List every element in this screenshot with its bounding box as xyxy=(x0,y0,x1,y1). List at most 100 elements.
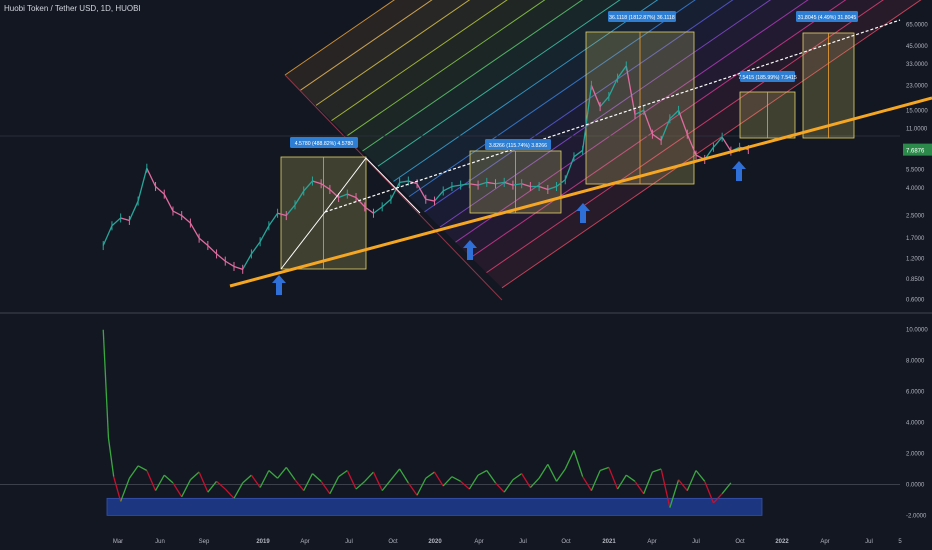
oscillator-segment xyxy=(312,473,322,482)
projection-label: 31.8045 (4.49%) 31.8045 xyxy=(798,15,857,21)
time-tick-label: Jul xyxy=(865,539,873,545)
price-tick-label: 11.0000 xyxy=(906,127,928,133)
oscillator-segment xyxy=(695,470,706,482)
price-segment xyxy=(189,222,200,239)
oscillator-tick-label: -2.0000 xyxy=(906,513,927,519)
oscillator-segment xyxy=(451,476,461,482)
oscillator-segment xyxy=(678,479,688,492)
price-segment xyxy=(242,253,252,270)
price-tick-label: 4.0000 xyxy=(906,186,925,192)
oscillator-segment xyxy=(320,480,331,495)
oscillator-segment xyxy=(346,470,357,490)
oscillator-segment xyxy=(599,466,610,472)
price-segment xyxy=(721,136,732,152)
projection-label: 36.1118 (1812.87%) 36.1118 xyxy=(609,15,675,21)
projection-label: 3.8266 (115.74%) 3.8266 xyxy=(489,143,547,149)
oscillator-segment xyxy=(617,474,627,490)
time-tick-label: 2019 xyxy=(256,539,270,545)
oscillator-tick-label: 8.0000 xyxy=(906,359,925,365)
oscillator-segment xyxy=(521,473,531,488)
time-tick-label: Oct xyxy=(561,539,571,545)
price-segment xyxy=(224,260,235,268)
time-tick-label: 2020 xyxy=(428,539,442,545)
time-tick-label: 5 xyxy=(898,539,902,545)
oscillator-segment xyxy=(399,468,409,484)
oscillator-segment xyxy=(582,476,592,491)
oscillator-segment xyxy=(425,471,435,479)
oscillator-segment xyxy=(564,450,575,470)
price-segment xyxy=(163,193,174,212)
projection-label: 4.5780 (488.82%) 4.5780 xyxy=(295,141,354,147)
oscillator-segment xyxy=(207,480,218,493)
price-tick-label: 15.0000 xyxy=(906,108,928,114)
oscillator-segment xyxy=(634,480,645,495)
time-tick-label: Jul xyxy=(692,539,700,545)
price-tick-label: 45.0000 xyxy=(906,44,928,50)
oscillator-segment xyxy=(250,474,261,488)
time-tick-label: Apr xyxy=(820,539,829,545)
price-segment xyxy=(259,225,270,243)
price-segment xyxy=(250,241,261,255)
oscillator-segment xyxy=(433,471,444,487)
oscillator-segment xyxy=(416,477,427,496)
price-segment xyxy=(155,186,165,195)
price-tick-label: 65.0000 xyxy=(906,22,928,28)
oscillator-segment xyxy=(460,480,470,490)
oscillator-segment xyxy=(372,471,383,491)
oscillator-tick-label: 10.0000 xyxy=(906,328,928,334)
oscillator-segment xyxy=(608,467,619,490)
oscillator-segment xyxy=(107,437,115,477)
oscillator-segment xyxy=(277,466,287,479)
price-segment xyxy=(381,198,392,208)
up-arrow-icon xyxy=(272,275,286,295)
oscillator-segment xyxy=(329,476,340,494)
price-segment xyxy=(111,217,122,227)
oscillator-panel: 10.0000 8.0000 6.0000 4.0000 2.0000 0.0000 -2.… xyxy=(0,328,928,519)
oscillator-segment xyxy=(233,482,244,499)
oscillator-tick-label: 2.0000 xyxy=(906,451,925,457)
oscillator-segment xyxy=(529,477,540,488)
oscillator-segment xyxy=(477,469,488,476)
oscillator-segment xyxy=(364,471,374,482)
chart-canvas[interactable]: 4.5780 (488.82%) 4.5780 3.8266 (115.74%) … xyxy=(0,0,932,550)
time-axis: Mar Jun Sep 2019 Apr Jul Oct 2020 Apr Jul Oct 2021 A… xyxy=(113,539,903,545)
time-tick-label: Jul xyxy=(345,539,353,545)
oscillator-segment xyxy=(686,470,697,491)
oscillator-segment xyxy=(547,464,558,482)
oscillator-segment xyxy=(556,468,566,482)
time-tick-label: Apr xyxy=(474,539,483,545)
time-tick-label: Apr xyxy=(647,539,656,545)
price-tick-label: 2.5000 xyxy=(906,214,925,220)
time-tick-label: Jun xyxy=(155,539,165,545)
oscillator-segment xyxy=(294,479,305,492)
price-axis: 65.0000 45.0000 33.0000 23.0000 15.0000 11.00… xyxy=(903,22,932,303)
oscillator-segment xyxy=(590,470,601,491)
oscillator-segment xyxy=(390,468,401,481)
oscillator-tick-label: 6.0000 xyxy=(906,390,925,396)
price-segment xyxy=(216,253,226,262)
price-tick-label: 23.0000 xyxy=(906,83,928,89)
price-segment xyxy=(207,245,218,255)
oscillator-segment xyxy=(538,463,549,479)
oscillator-segment xyxy=(652,468,662,473)
projection-label: 7.5415 (185.99%) 7.5415 xyxy=(738,75,797,81)
oscillator-segment xyxy=(486,470,497,484)
oscillator-segment xyxy=(181,479,191,498)
price-segment xyxy=(181,215,191,224)
oscillator-segment xyxy=(224,488,235,499)
current-price-label: 7.6876 xyxy=(906,149,925,155)
time-tick-label: 2022 xyxy=(775,539,789,545)
time-tick-label: Jul xyxy=(519,539,527,545)
oscillator-segment xyxy=(503,479,514,493)
oscillator-segment xyxy=(216,480,226,490)
price-segment xyxy=(373,206,383,214)
oscillator-segment xyxy=(172,482,183,498)
price-segment xyxy=(268,212,279,227)
price-segment xyxy=(102,225,113,246)
oscillator-segment xyxy=(512,473,523,481)
time-tick-label: Sep xyxy=(199,539,210,545)
oscillator-band xyxy=(106,497,763,516)
oscillator-segment xyxy=(137,465,148,472)
time-tick-label: Mar xyxy=(113,539,123,545)
oscillator-segment xyxy=(573,450,584,477)
